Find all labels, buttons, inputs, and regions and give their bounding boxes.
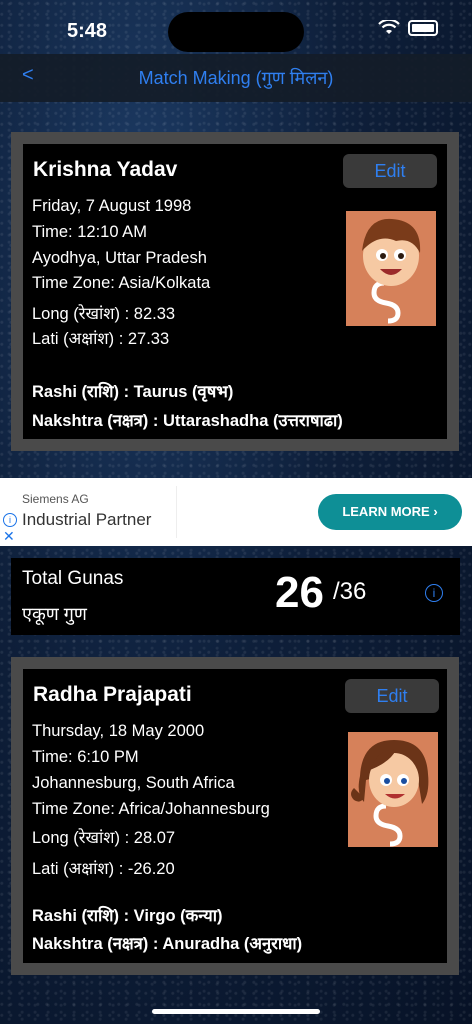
- status-bar: 5:48: [0, 0, 472, 54]
- camera-notch: [168, 12, 304, 52]
- profile-card-1: Krishna Yadav Edit Friday, 7 August 1998…: [11, 132, 459, 451]
- profile-1-timezone: Time Zone: Asia/Kolkata: [32, 274, 211, 292]
- info-icon[interactable]: i: [425, 584, 443, 602]
- home-indicator[interactable]: [152, 1009, 320, 1014]
- profile-2-date: Thursday, 18 May 2000: [32, 722, 205, 740]
- profile-1-lati: Lati (अक्षांश) : 27.33: [32, 330, 170, 348]
- ad-banner[interactable]: Siemens AG Industrial Partner i ✕ LEARN …: [0, 478, 472, 546]
- profile-2-nakshtra: Nakshtra (नक्षत्र) : Anuradha (अनुराधा): [32, 935, 303, 953]
- profile-1-time: Time: 12:10 AM: [32, 223, 147, 241]
- battery-icon: [408, 20, 438, 36]
- ad-headline[interactable]: Industrial Partner: [22, 510, 151, 530]
- boy-avatar: [346, 211, 436, 326]
- ad-divider: [176, 486, 177, 538]
- profile-2-time: Time: 6:10 PM: [32, 748, 139, 766]
- girl-avatar-icon: [348, 732, 438, 847]
- profile-2-place: Johannesburg, South Africa: [32, 774, 235, 792]
- profile-2-rashi: Rashi (राशि) : Virgo (कन्या): [32, 907, 223, 925]
- chevron-right-icon: ›: [433, 504, 438, 519]
- profile-2-timezone: Time Zone: Africa/Johannesburg: [32, 800, 270, 818]
- profile-1-place: Ayodhya, Uttar Pradesh: [32, 249, 207, 267]
- wifi-icon: [378, 20, 400, 34]
- ad-learn-more-button[interactable]: LEARN MORE ›: [318, 494, 462, 530]
- profile-2-lati: Lati (अक्षांश) : -26.20: [32, 860, 175, 878]
- total-gunas-panel: Total Gunas एकूण गुण 26 /36 i: [11, 558, 460, 635]
- status-icons: [378, 20, 438, 36]
- status-time: 5:48: [67, 20, 108, 42]
- nav-title: Match Making (गुण मिलन): [138, 68, 334, 88]
- ad-close-icon[interactable]: ✕: [3, 528, 15, 545]
- boy-avatar-icon: [346, 211, 436, 326]
- nav-bar: < Match Making (गुण मिलन): [0, 54, 472, 102]
- girl-avatar: [348, 732, 438, 847]
- gunas-total: /36: [333, 578, 367, 605]
- profile-1-nakshtra: Nakshtra (नक्षत्र) : Uttarashadha (उत्तर…: [32, 412, 343, 430]
- profile-1-rashi: Rashi (राशि) : Taurus (वृषभ): [32, 383, 234, 401]
- profile-1-edit-button[interactable]: Edit: [343, 154, 437, 188]
- profile-card-1-body: Krishna Yadav Edit Friday, 7 August 1998…: [23, 144, 447, 439]
- profile-2-long: Long (रेखांश) : 28.07: [32, 829, 176, 847]
- profile-card-2-body: Radha Prajapati Edit Thursday, 18 May 20…: [23, 669, 447, 963]
- profile-1-name: Krishna Yadav: [33, 158, 178, 181]
- profile-card-2: Radha Prajapati Edit Thursday, 18 May 20…: [11, 657, 459, 975]
- profile-2-name: Radha Prajapati: [33, 683, 192, 706]
- ad-sponsor: Siemens AG: [22, 492, 89, 506]
- profile-1-long: Long (रेखांश) : 82.33: [32, 305, 176, 323]
- profile-2-edit-button[interactable]: Edit: [345, 679, 439, 713]
- total-gunas-label-hindi: एकूण गुण: [22, 604, 87, 624]
- profile-1-date: Friday, 7 August 1998: [32, 197, 192, 215]
- ad-cta-label: LEARN MORE: [342, 504, 430, 519]
- gunas-score: 26: [275, 568, 324, 617]
- total-gunas-label: Total Gunas: [22, 568, 124, 589]
- ad-info-icon[interactable]: i: [3, 513, 17, 527]
